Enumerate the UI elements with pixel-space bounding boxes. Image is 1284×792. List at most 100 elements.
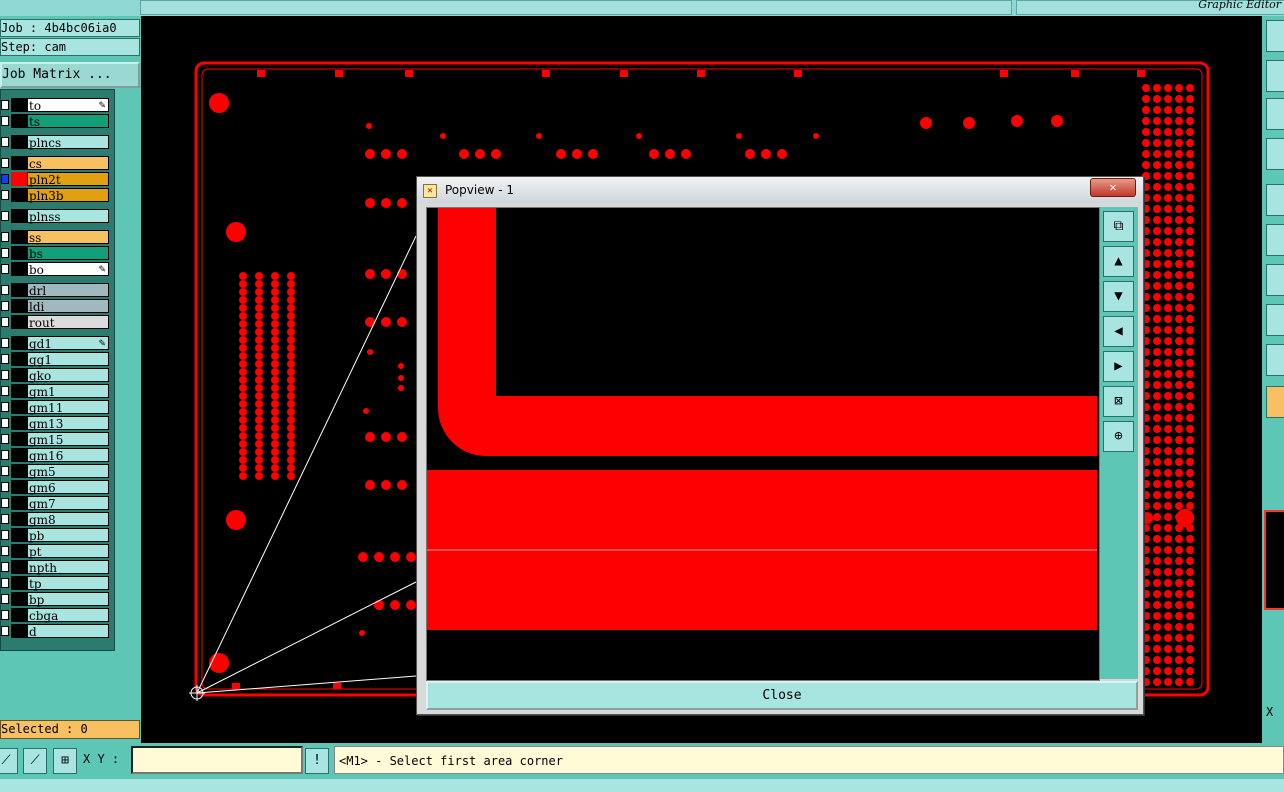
layer-name[interactable]: plncs	[27, 135, 109, 150]
layer-name[interactable]: pln3b	[27, 188, 109, 203]
layer-row-gm1[interactable]: gm1	[1, 384, 112, 399]
layer-checkbox[interactable]	[1, 285, 9, 295]
zoom-window-icon[interactable]: ⧉	[1103, 211, 1134, 242]
filter-icon[interactable]	[1266, 138, 1284, 170]
snap-icon[interactable]: ⟋	[23, 748, 47, 774]
layer-checkbox[interactable]	[1, 174, 9, 184]
layer-name[interactable]: gm15	[27, 432, 109, 447]
circle-icon[interactable]	[1266, 184, 1284, 216]
layer-name[interactable]: gm16	[27, 448, 109, 463]
layer-name[interactable]: to ✎	[27, 98, 109, 113]
layer-checkbox[interactable]	[1, 190, 9, 200]
layer-name[interactable]: cbga	[27, 608, 109, 623]
pan-down-icon[interactable]: ▼	[1103, 281, 1134, 312]
layer-checkbox[interactable]	[1, 301, 9, 311]
zoom-out-icon[interactable]: ⊠	[1103, 386, 1134, 417]
layer-row-cbga[interactable]: cbga	[1, 608, 112, 623]
layer-name[interactable]: gm5	[27, 464, 109, 479]
layer-name[interactable]: bp	[27, 592, 109, 607]
layer-row-gm8[interactable]: gm8	[1, 512, 112, 527]
layer-row-tp[interactable]: tp	[1, 576, 112, 591]
alert-icon[interactable]: !	[305, 748, 329, 774]
layer-name[interactable]: tp	[27, 576, 109, 591]
layer-row-d[interactable]: d	[1, 624, 112, 639]
layer-row-bs[interactable]: bs	[1, 246, 112, 261]
layer-row-bp[interactable]: bp	[1, 592, 112, 607]
layer-row-gm11[interactable]: gm11	[1, 400, 112, 415]
layer-row-pt[interactable]: pt	[1, 544, 112, 559]
layer-name[interactable]: pb	[27, 528, 109, 543]
layer-checkbox[interactable]	[1, 434, 9, 444]
layer-checkbox[interactable]	[1, 418, 9, 428]
grid-icon[interactable]: ⊞	[53, 748, 77, 774]
layer-name[interactable]: gm13	[27, 416, 109, 431]
layer-name[interactable]: gko	[27, 368, 109, 383]
layer-row-npth[interactable]: npth	[1, 560, 112, 575]
layer-row-gm15[interactable]: gm15	[1, 432, 112, 447]
layer-name[interactable]: gm7	[27, 496, 109, 511]
layer-checkbox[interactable]	[1, 158, 9, 168]
layer-row-gm16[interactable]: gm16	[1, 448, 112, 463]
job-matrix-button[interactable]: Job Matrix ...	[0, 62, 140, 88]
layer-name[interactable]: gm1	[27, 384, 109, 399]
layer-name[interactable]: gm6	[27, 480, 109, 495]
layer-name[interactable]: ts	[27, 114, 109, 129]
layer-checkbox[interactable]	[1, 594, 9, 604]
layer-row-plncs[interactable]: plncs	[1, 135, 112, 150]
layer-checkbox[interactable]	[1, 626, 9, 636]
triangle-icon[interactable]	[1266, 344, 1284, 376]
move-icon[interactable]	[1266, 60, 1284, 92]
layer-row-gm7[interactable]: gm7	[1, 496, 112, 511]
layer-checkbox[interactable]	[1, 264, 9, 274]
layer-name[interactable]: gd1 ✎	[27, 336, 109, 351]
layer-name[interactable]: drl	[27, 283, 109, 298]
resize-icon[interactable]	[1266, 98, 1284, 130]
layer-row-rout[interactable]: rout	[1, 315, 112, 330]
layer-checkbox[interactable]	[1, 546, 9, 556]
layer-row-gm6[interactable]: gm6	[1, 480, 112, 495]
layer-checkbox[interactable]	[1, 211, 9, 221]
layer-name[interactable]: gm8	[27, 512, 109, 527]
measure-icon[interactable]: ⟋	[0, 748, 18, 774]
popview-titlebar[interactable]: ✕ Popview - 1 ✕	[417, 177, 1143, 203]
zoom-in-icon[interactable]: ⊕	[1103, 421, 1134, 452]
layer-name[interactable]: pln2t	[27, 172, 109, 187]
layer-checkbox[interactable]	[1, 466, 9, 476]
layer-checkbox[interactable]	[1, 248, 9, 258]
layer-checkbox[interactable]	[1, 450, 9, 460]
layer-name[interactable]: npth	[27, 560, 109, 575]
layer-checkbox[interactable]	[1, 100, 9, 110]
xy-input[interactable]	[131, 746, 303, 774]
popview-canvas[interactable]	[426, 207, 1100, 681]
layer-row-pln2t[interactable]: pln2t	[1, 172, 112, 187]
layer-row-pb[interactable]: pb	[1, 528, 112, 543]
layer-checkbox[interactable]	[1, 370, 9, 380]
layer-checkbox[interactable]	[1, 562, 9, 572]
draw-line-icon[interactable]	[1266, 264, 1284, 296]
layer-name[interactable]: bs	[27, 246, 109, 261]
layer-checkbox[interactable]	[1, 530, 9, 540]
layer-row-pln3b[interactable]: pln3b	[1, 188, 112, 203]
copy-icon[interactable]	[1266, 20, 1284, 52]
layer-checkbox[interactable]	[1, 610, 9, 620]
layer-row-plnss[interactable]: plnss	[1, 209, 112, 224]
layer-checkbox[interactable]	[1, 402, 9, 412]
layer-checkbox[interactable]	[1, 338, 9, 348]
layer-checkbox[interactable]	[1, 232, 9, 242]
pan-up-icon[interactable]: ▲	[1103, 246, 1134, 277]
layer-row-gg1[interactable]: gg1	[1, 352, 112, 367]
layer-name[interactable]: d	[27, 624, 109, 639]
layer-name[interactable]: gm11	[27, 400, 109, 415]
layer-row-gko[interactable]: gko	[1, 368, 112, 383]
pan-right-icon[interactable]: ▶	[1103, 351, 1134, 382]
arrow-icon[interactable]	[1266, 386, 1284, 418]
layer-row-to[interactable]: to ✎	[1, 98, 112, 113]
layer-row-cs[interactable]: cs	[1, 156, 112, 171]
layer-checkbox[interactable]	[1, 116, 9, 126]
layer-name[interactable]: ss	[27, 230, 109, 245]
layer-name[interactable]: gg1	[27, 352, 109, 367]
layer-row-ts[interactable]: ts	[1, 114, 112, 129]
close-icon[interactable]: ✕	[1090, 178, 1136, 197]
layer-checkbox[interactable]	[1, 137, 9, 147]
layer-row-bo[interactable]: bo ✎	[1, 262, 112, 277]
